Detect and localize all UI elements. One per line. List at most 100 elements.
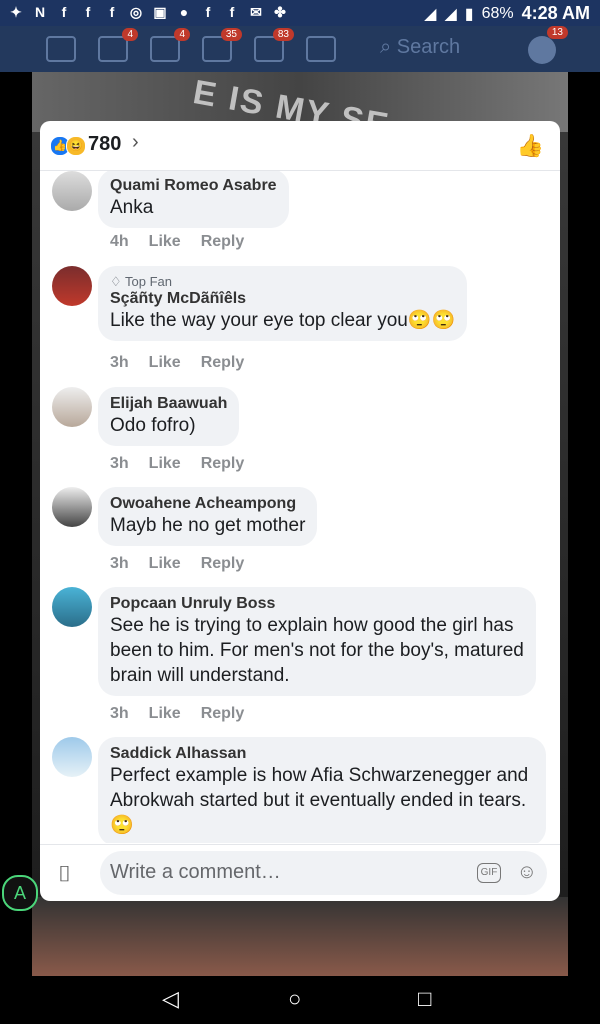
floating-app-icon[interactable]: A [2,875,38,911]
comment-author[interactable]: Owoahene Acheampong [110,495,305,513]
status-bar: ✦ N f f f ◎ ▣ ● f f ✉ ✤ ◢ ◢ ▮ 68% 4:28 A… [0,0,600,26]
reaction-count[interactable]: 780 [88,133,121,156]
status-right: ◢ ◢ ▮ 68% 4:28 AM [424,3,590,24]
comment-bubble[interactable]: Elijah Baawuah Odo fofro) [98,387,240,446]
comment-bubble[interactable]: Quami Romeo Asabre Anka [98,171,289,228]
watch-icon[interactable]: 35 [202,28,242,62]
comment-actions: 3h Like Reply [110,555,244,573]
reply-button[interactable]: Reply [201,354,245,372]
comment-text: Perfect example is how Afia Schwarzenegg… [110,765,529,836]
search-placeholder: Search [396,36,461,58]
gif-button[interactable]: GIF [477,863,501,883]
comment-text: See he is trying to explain how good the… [110,615,524,686]
comments-list: Quami Romeo Asabre Anka 4h Like Reply ♢ … [40,171,560,843]
like-button[interactable]: Like [149,233,181,251]
reply-button[interactable]: Reply [201,455,245,473]
comment-time: 3h [110,705,129,722]
status-left-icons: ✦ N f f f ◎ ▣ ● f f ✉ ✤ [8,4,288,20]
groups-icon[interactable]: 4 [150,28,190,62]
friends-badge: 4 [122,28,138,41]
fb-icon: f [85,4,91,20]
top-fan-label: ♢ Top Fan [110,274,173,289]
comment-text: Like the way your eye top clear you🙄🙄 [110,310,456,331]
clock: 4:28 AM [521,3,590,23]
comment-actions: 3h Like Reply [110,705,244,723]
home-icon[interactable]: ○ [288,986,301,1012]
comment-author[interactable]: Saddick Alhassan [110,745,534,763]
mail-icon: ✉ [250,4,262,20]
friends-icon[interactable]: 4 [98,28,138,62]
reactions-bar[interactable]: 👍 😆 780 › 👍 [40,121,560,171]
comment-actions: 4h Like Reply [110,233,244,251]
comment-time: 4h [110,233,129,250]
gallery-icon: ▣ [153,4,167,20]
comment-author[interactable]: Quami Romeo Asabre [110,177,277,195]
signal-icon: ◢ [444,5,457,23]
chevron-right-icon[interactable]: › [132,131,139,154]
comment-bubble[interactable]: Owoahene Acheampong Mayb he no get mothe… [98,487,318,546]
notifications-icon[interactable]: 83 [254,28,294,62]
news-feed-icon[interactable] [46,36,76,62]
fb-icon: f [61,4,67,20]
like-button[interactable]: Like [149,354,181,372]
reply-button[interactable]: Reply [201,705,245,723]
avatar[interactable] [52,387,92,427]
fb-icon: f [205,4,211,20]
like-button[interactable]: Like [149,455,181,473]
diamond-icon: ♢ [110,274,122,289]
comment-text: Mayb he no get mother [110,515,306,536]
comment-time: 3h [110,354,129,371]
system-navigation-bar: ◁ ○ □ [0,976,600,1024]
whatsapp-icon: ◎ [129,4,143,20]
battery-icon: ▮ [464,5,474,23]
avatar[interactable] [52,171,92,211]
fb-icon: f [229,4,235,20]
messenger-icon[interactable]: 13 [528,26,568,64]
comment-time: 3h [110,455,129,472]
reply-button[interactable]: Reply [201,233,245,251]
like-button[interactable]: Like [149,705,181,723]
fb-icon: f [109,4,115,20]
comment-placeholder: Write a comment… [110,861,281,883]
haha-reaction-icon: 😆 [66,136,86,156]
menu-icon[interactable] [306,36,336,62]
emoji-icon[interactable]: ☺ [517,861,537,884]
messenger-badge: 13 [546,26,568,39]
reaction-icons: 👍 😆 [50,136,86,156]
avatar[interactable] [52,266,92,306]
comment-input[interactable]: Write a comment… GIF ☺ [100,851,547,895]
back-icon[interactable]: ◁ [162,986,179,1012]
comment-composer: ⌷ Write a comment… GIF ☺ [40,844,560,901]
thumbs-up-icon[interactable]: 👍 [517,133,544,159]
camera-icon[interactable]: ⌷ [58,861,71,887]
recent-apps-icon[interactable]: □ [418,986,431,1012]
app-icon: N [34,4,46,20]
watch-badge: 35 [220,28,242,41]
pinwheel-icon: ✤ [274,4,286,20]
comment-author[interactable]: Elijah Baawuah [110,395,227,413]
reply-button[interactable]: Reply [201,555,245,573]
avatar[interactable] [52,587,92,627]
search-field[interactable]: ⌕ Search [380,36,490,62]
search-icon: ⌕ [380,36,392,58]
like-button[interactable]: Like [149,555,181,573]
signal-icon: ◢ [424,5,437,23]
comment-actions: 3h Like Reply [110,354,244,372]
comment-time: 3h [110,555,129,572]
circle-icon: ● [179,4,189,20]
comment-text: Anka [110,197,154,218]
avatar[interactable] [52,487,92,527]
comment-bubble[interactable]: Saddick Alhassan Perfect example is how … [98,737,546,843]
comment-author[interactable]: Popcaan Unruly Boss [110,595,524,613]
top-nav: 4 4 35 83 ⌕ Search 13 [0,26,600,72]
network-icon: ✦ [10,4,22,20]
comment-actions: 3h Like Reply [110,455,244,473]
notifications-badge: 83 [272,28,294,41]
photo-bottom-area [32,897,568,977]
comment-bubble[interactable]: Popcaan Unruly Boss See he is trying to … [98,587,536,696]
groups-badge: 4 [174,28,190,41]
avatar[interactable] [52,737,92,777]
comments-panel: 👍 😆 780 › 👍 Quami Romeo Asabre Anka 4h L… [40,121,560,901]
comment-author[interactable]: Sçãñty McDãñîêls [110,290,455,308]
comment-bubble[interactable]: ♢ Top Fan Sçãñty McDãñîêls Like the way … [98,266,468,341]
